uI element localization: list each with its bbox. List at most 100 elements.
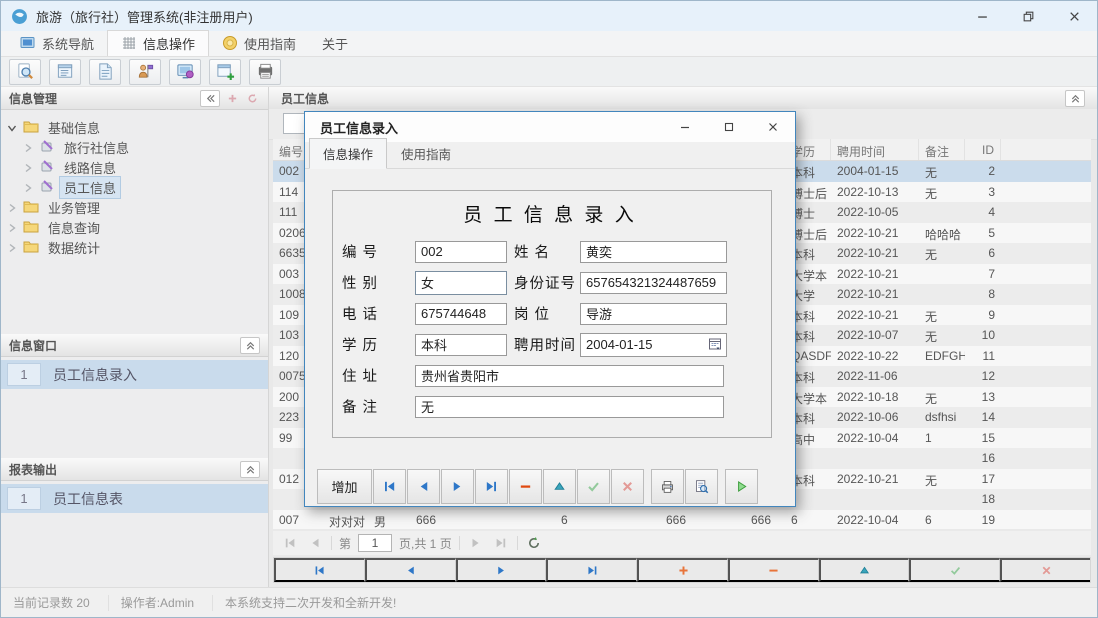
check-icon xyxy=(949,564,962,577)
tree-expand-arrow-icon[interactable] xyxy=(7,201,19,213)
dialog-last-button[interactable] xyxy=(475,469,508,504)
calendar-dropdown-button[interactable] xyxy=(705,335,725,353)
tree-item-5[interactable]: 业务管理 xyxy=(1,197,268,217)
record-check-button[interactable] xyxy=(909,558,1000,582)
dialog-run-button[interactable] xyxy=(725,469,758,504)
record-minus-button[interactable] xyxy=(728,558,819,582)
dialog-cross-button[interactable] xyxy=(611,469,644,504)
ribbon-tab-2[interactable]: 信息操作 xyxy=(107,30,209,56)
report-output-collapse-button[interactable] xyxy=(240,461,260,478)
dialog-tab-1[interactable]: 信息操作 xyxy=(309,138,387,169)
tree-item-4[interactable]: 员工信息 xyxy=(1,177,268,197)
record-up-button[interactable] xyxy=(819,558,910,582)
page-prev-button[interactable] xyxy=(306,534,324,552)
table-cell: 无 xyxy=(919,387,965,408)
field-input[interactable] xyxy=(415,396,724,418)
tree-item-7[interactable]: 数据统计 xyxy=(1,237,268,257)
ribbon-tab-3[interactable]: 使用指南 xyxy=(209,31,309,56)
pager: 第 页,共 1 页 xyxy=(273,531,1091,555)
dialog-check-button[interactable] xyxy=(577,469,610,504)
dialog-close-button[interactable] xyxy=(751,112,795,142)
info-window-collapse-button[interactable] xyxy=(240,337,260,354)
tree-expand-arrow-icon[interactable] xyxy=(23,161,35,173)
field-input[interactable] xyxy=(580,303,727,325)
employee-panel-collapse-button[interactable] xyxy=(1065,90,1085,107)
tree-expand-arrow-icon[interactable] xyxy=(23,181,35,193)
dialog-maximize-button[interactable] xyxy=(707,112,751,142)
record-plus-button[interactable] xyxy=(637,558,728,582)
dialog-next-button[interactable] xyxy=(441,469,474,504)
employee-button[interactable] xyxy=(129,59,161,85)
dialog-remove-button[interactable] xyxy=(509,469,542,504)
tree-expand-arrow-icon[interactable] xyxy=(7,241,19,253)
dialog-prev-button[interactable] xyxy=(407,469,440,504)
dialog-first-button[interactable] xyxy=(373,469,406,504)
info-window-item-1[interactable]: 1员工信息录入 xyxy=(1,360,268,389)
column-header-备注[interactable]: 备注 xyxy=(919,139,965,160)
field-input[interactable] xyxy=(580,272,727,294)
tree-expand-arrow-icon[interactable] xyxy=(7,221,19,233)
panel-title-info-manage: 信息管理 xyxy=(9,90,57,107)
column-header-聘用时间[interactable]: 聘用时间 xyxy=(831,139,919,160)
form-view-button[interactable] xyxy=(49,59,81,85)
page-number-input[interactable] xyxy=(358,534,392,552)
sidebar-refresh-button[interactable] xyxy=(244,90,260,106)
column-header-ID[interactable]: ID xyxy=(965,139,1001,160)
dialog-tab-2[interactable]: 使用指南 xyxy=(387,138,465,169)
table-cell-filler xyxy=(1001,448,1091,469)
field-input[interactable] xyxy=(415,334,507,356)
dialog-print-button[interactable] xyxy=(651,469,684,504)
table-row[interactable]: 007对对对男666666666662022-10-04619 xyxy=(273,510,1091,530)
tree-item-1[interactable]: 基础信息 xyxy=(1,117,268,137)
table-cell: 无 xyxy=(919,469,965,490)
sidebar-add-button[interactable] xyxy=(224,90,240,106)
record-prev-button[interactable] xyxy=(365,558,456,582)
dialog-preview-button[interactable] xyxy=(685,469,718,504)
field-input[interactable] xyxy=(580,241,727,263)
field-input[interactable] xyxy=(415,241,507,263)
screen-design-button[interactable] xyxy=(169,59,201,85)
sidebar-collapse-button[interactable] xyxy=(200,90,220,107)
ribbon-tab-1[interactable]: 系统导航 xyxy=(7,31,107,56)
table-cell-filler xyxy=(1001,305,1091,326)
page-last-button[interactable] xyxy=(492,534,510,552)
page-first-button[interactable] xyxy=(281,534,299,552)
report-output-button[interactable] xyxy=(249,59,281,85)
record-last-button[interactable] xyxy=(546,558,637,582)
browse-search-button[interactable] xyxy=(9,59,41,85)
folder-icon xyxy=(23,199,39,216)
restore-button[interactable] xyxy=(1005,1,1051,31)
dialog-minimize-button[interactable] xyxy=(663,112,707,142)
table-cell-filler xyxy=(1001,346,1091,367)
document-button[interactable] xyxy=(89,59,121,85)
minimize-button[interactable] xyxy=(959,1,1005,31)
window-add-button[interactable] xyxy=(209,59,241,85)
dialog-up-button[interactable] xyxy=(543,469,576,504)
refresh-table-button[interactable] xyxy=(525,534,543,552)
table-cell: 6 xyxy=(555,510,660,530)
record-cross-button[interactable] xyxy=(1000,558,1090,582)
table-cell-filler xyxy=(1001,243,1091,264)
tree-collapse-arrow-icon[interactable] xyxy=(7,121,19,133)
table-cell: EDFGH xyxy=(919,346,965,367)
table-cell: 无 xyxy=(919,243,965,264)
add-record-button[interactable]: 增加 xyxy=(317,469,372,504)
close-button[interactable] xyxy=(1051,1,1097,31)
record-next-button[interactable] xyxy=(456,558,547,582)
tree-item-6[interactable]: 信息查询 xyxy=(1,217,268,237)
field-input[interactable] xyxy=(415,365,724,387)
page-next-button[interactable] xyxy=(467,534,485,552)
ribbon-tabs: 系统导航信息操作使用指南关于 xyxy=(1,31,1097,57)
ribbon-tab-4[interactable]: 关于 xyxy=(309,31,361,56)
field-input[interactable] xyxy=(415,303,507,325)
report-item-1[interactable]: 1员工信息表 xyxy=(1,484,268,513)
record-first-button[interactable] xyxy=(274,558,365,582)
tree-item-3[interactable]: 线路信息 xyxy=(1,157,268,177)
gender-select[interactable]: 女 xyxy=(415,271,507,295)
table-cell: 2022-10-21 xyxy=(831,264,919,285)
tree-expand-arrow-icon[interactable] xyxy=(23,141,35,153)
next-icon xyxy=(450,479,465,494)
tree-item-2[interactable]: 旅行社信息 xyxy=(1,137,268,157)
info-window-list: 1员工信息录入 xyxy=(1,357,268,458)
form-row: 住 址 xyxy=(342,360,762,391)
